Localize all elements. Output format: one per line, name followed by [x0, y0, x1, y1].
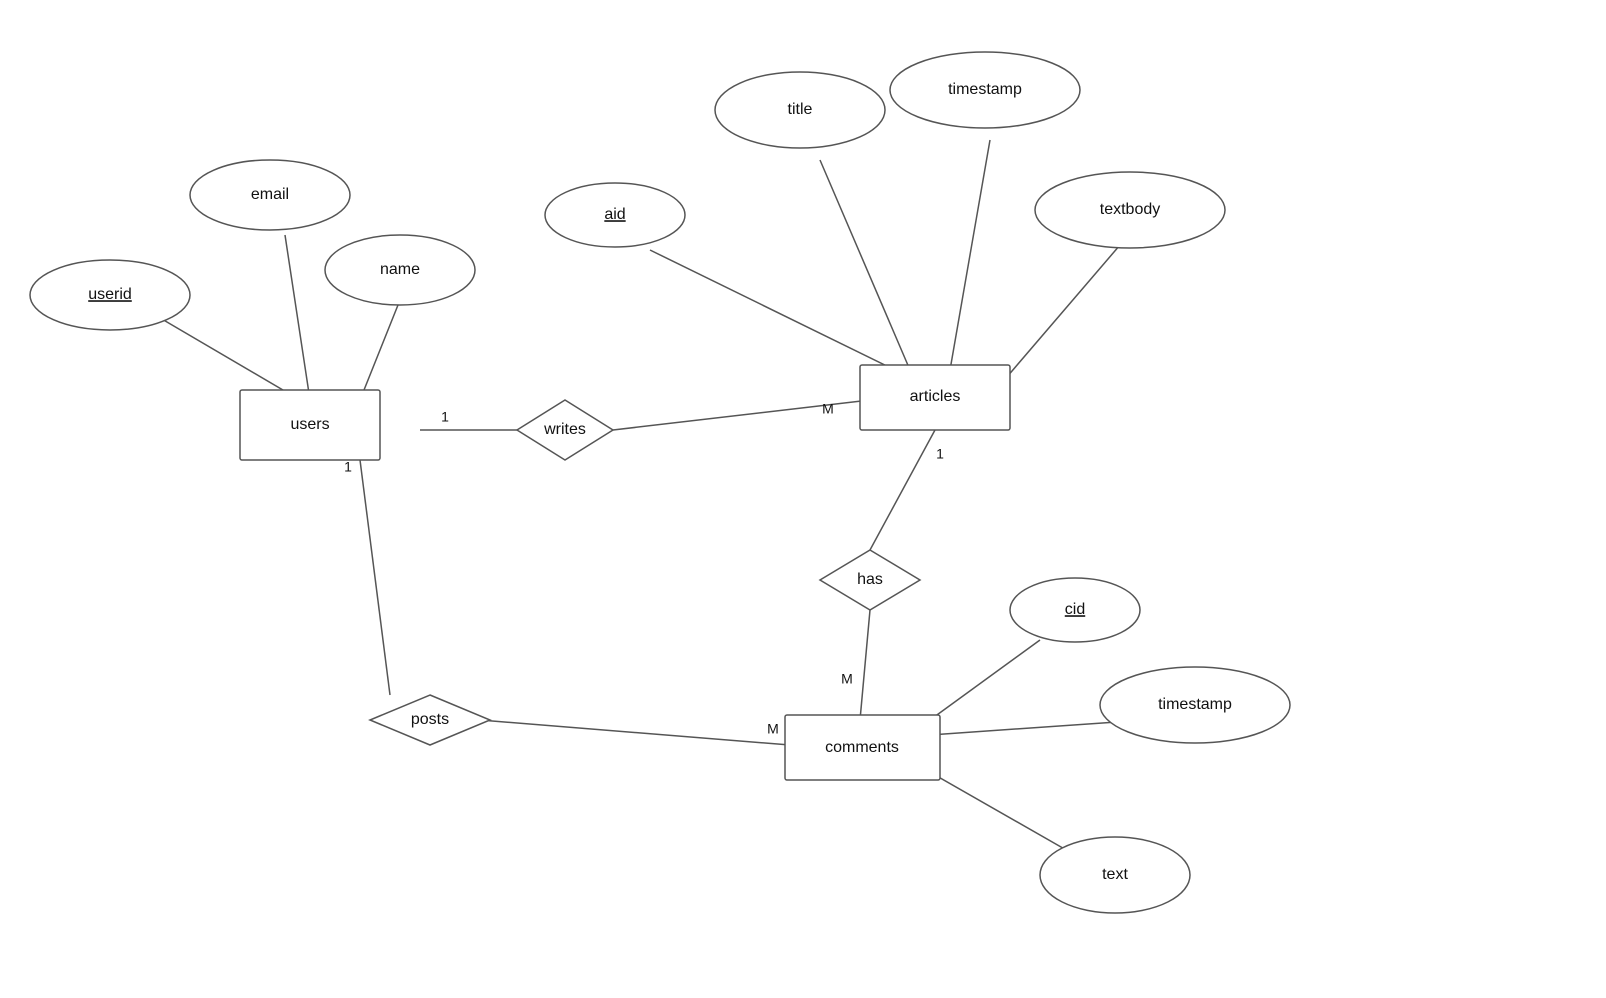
- attribute-name-label: name: [380, 261, 420, 278]
- attribute-textbody-label: textbody: [1100, 201, 1160, 218]
- er-diagram: users articles comments writes has posts…: [0, 0, 1606, 998]
- cardinality-has-articles: 1: [936, 446, 944, 462]
- cardinality-posts-users: 1: [344, 459, 352, 475]
- attribute-userid-label: userid: [88, 286, 132, 303]
- attribute-timestamp-comments-label: timestamp: [1158, 696, 1232, 713]
- relationship-writes-label: writes: [543, 421, 586, 438]
- cardinality-writes-articles: M: [822, 401, 834, 417]
- entity-users-label: users: [290, 416, 329, 433]
- attribute-title-label: title: [788, 101, 813, 118]
- cardinality-posts-comments: M: [767, 721, 779, 737]
- attribute-aid-label: aid: [604, 206, 625, 223]
- attribute-text-label: text: [1102, 866, 1128, 883]
- attribute-cid-label: cid: [1065, 601, 1085, 618]
- relationship-posts-label: posts: [411, 711, 449, 728]
- relationship-has-label: has: [857, 571, 883, 588]
- entity-comments-label: comments: [825, 739, 899, 756]
- attribute-timestamp-articles-label: timestamp: [948, 81, 1022, 98]
- cardinality-has-comments: M: [841, 671, 853, 687]
- attribute-email-label: email: [251, 186, 289, 203]
- cardinality-writes-users: 1: [441, 409, 449, 425]
- entity-articles-label: articles: [910, 388, 961, 405]
